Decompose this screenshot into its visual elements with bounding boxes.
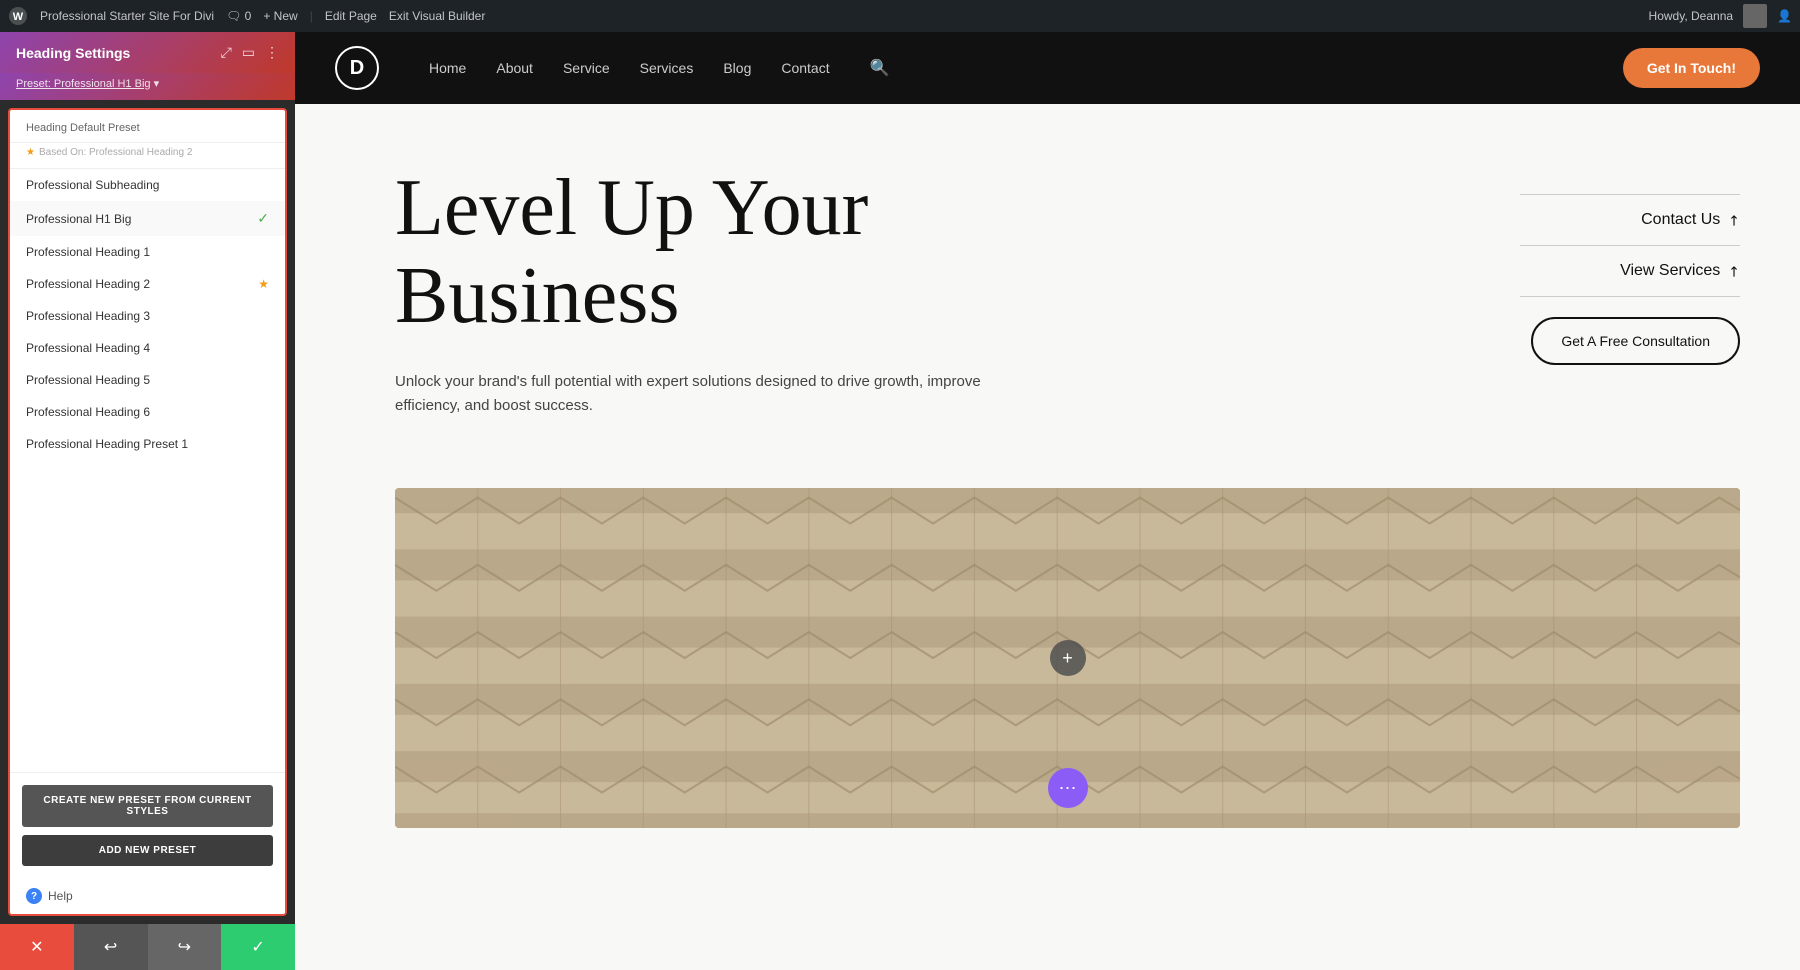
close-button[interactable]: ✕	[0, 924, 74, 970]
hero-image: + ⋯	[395, 488, 1740, 828]
panel-header-icons: ⤢ ▭ ⋮	[221, 44, 279, 61]
bottom-toolbar: ✕ ↩ ↪ ✓	[0, 924, 295, 970]
admin-bar-right: Howdy, Deanna 👤	[1649, 4, 1792, 28]
svg-text:W: W	[13, 11, 24, 23]
create-preset-button[interactable]: Create New Preset From Current Styles	[22, 785, 273, 827]
contact-us-arrow-icon: ↗	[1724, 210, 1744, 230]
help-icon: ?	[26, 888, 42, 904]
panel-more-icon[interactable]: ⋮	[265, 44, 279, 61]
panel-dock-icon[interactable]: ▭	[242, 44, 255, 61]
preset-bar-label: Preset: Professional H1 Big	[16, 78, 151, 90]
nav-link-services[interactable]: Services	[640, 60, 694, 76]
preset-star-icon: ★	[258, 277, 269, 291]
preset-buttons: Create New Preset From Current Styles Ad…	[10, 772, 285, 878]
help-label: Help	[48, 889, 73, 903]
preset-section-title: Heading Default Preset	[10, 110, 285, 143]
site-navbar: D Home About Service Services Blog Conta…	[295, 32, 1800, 104]
contact-us-label: Contact Us	[1641, 211, 1720, 229]
admin-bar-user-icon: 👤	[1777, 9, 1792, 23]
admin-bar-edit-page[interactable]: Edit Page	[325, 9, 377, 23]
nav-link-contact[interactable]: Contact	[781, 60, 829, 76]
hero-right: Contact Us ↗ View Services ↗ Get A Free …	[1520, 164, 1740, 448]
preset-item-heading-2[interactable]: Professional Heading 2 ★	[10, 268, 285, 300]
nav-link-home[interactable]: Home	[429, 60, 466, 76]
nav-link-about[interactable]: About	[496, 60, 533, 76]
preset-item-heading-preset-1[interactable]: Professional Heading Preset 1	[10, 428, 285, 460]
preset-item-heading-3[interactable]: Professional Heading 3	[10, 300, 285, 332]
nav-link-service[interactable]: Service	[563, 60, 610, 76]
add-preset-button[interactable]: Add New Preset	[22, 835, 273, 866]
left-panel: Heading Settings ⤢ ▭ ⋮ Preset: Professio…	[0, 32, 295, 970]
preset-help[interactable]: ? Help	[10, 878, 285, 914]
main-layout: Heading Settings ⤢ ▭ ⋮ Preset: Professio…	[0, 32, 1800, 970]
view-services-label: View Services	[1620, 262, 1720, 280]
consultation-button[interactable]: Get A Free Consultation	[1531, 317, 1740, 365]
preset-item-heading-6[interactable]: Professional Heading 6	[10, 396, 285, 428]
wp-logo-icon: W	[8, 6, 28, 26]
website-preview: D Home About Service Services Blog Conta…	[295, 32, 1800, 970]
site-content: Level Up Your Business Unlock your brand…	[295, 104, 1800, 970]
preset-dropdown: Heading Default Preset ★ Based On: Profe…	[8, 108, 287, 916]
more-options-button[interactable]: ⋯	[1048, 768, 1088, 808]
save-button[interactable]: ✓	[221, 924, 295, 970]
panel-header: Heading Settings ⤢ ▭ ⋮	[0, 32, 295, 73]
hero-subtext: Unlock your brand's full potential with …	[395, 370, 995, 418]
preset-item-heading-1[interactable]: Professional Heading 1	[10, 236, 285, 268]
add-element-button[interactable]: +	[1050, 640, 1086, 676]
nav-link-blog[interactable]: Blog	[723, 60, 751, 76]
admin-bar-site-name[interactable]: Professional Starter Site For Divi	[40, 9, 214, 23]
panel-fullscreen-icon[interactable]: ⤢	[221, 44, 232, 61]
preset-item-h1-big[interactable]: Professional H1 Big ✓	[10, 201, 285, 236]
preset-item-subheading[interactable]: Professional Subheading	[10, 169, 285, 201]
panel-title: Heading Settings	[16, 45, 130, 61]
site-logo: D	[335, 46, 379, 90]
panel-preset-bar[interactable]: Preset: Professional H1 Big ▾	[0, 73, 295, 100]
redo-button[interactable]: ↪	[148, 924, 222, 970]
admin-bar-howdy: Howdy, Deanna	[1649, 9, 1734, 23]
view-services-link[interactable]: View Services ↗	[1520, 246, 1740, 297]
view-services-arrow-icon: ↗	[1724, 261, 1744, 281]
hero-heading: Level Up Your Business	[395, 164, 1520, 340]
undo-button[interactable]: ↩	[74, 924, 148, 970]
contact-us-link[interactable]: Contact Us ↗	[1520, 194, 1740, 246]
preset-item-heading-5[interactable]: Professional Heading 5	[10, 364, 285, 396]
hero-section: Level Up Your Business Unlock your brand…	[295, 104, 1800, 488]
site-search-icon[interactable]: 🔍	[870, 58, 890, 78]
admin-bar-exit-builder[interactable]: Exit Visual Builder	[389, 9, 486, 23]
admin-avatar	[1743, 4, 1767, 28]
admin-bar-new[interactable]: + New	[263, 9, 297, 23]
site-nav-links: Home About Service Services Blog Contact…	[429, 58, 890, 78]
preset-based-on: ★ Based On: Professional Heading 2	[10, 143, 285, 169]
preset-check-icon: ✓	[257, 210, 269, 227]
preset-list: Professional Subheading Professional H1 …	[10, 169, 285, 772]
site-cta-button[interactable]: Get In Touch!	[1623, 48, 1760, 88]
admin-bar-comment[interactable]: 🗨 0	[226, 9, 251, 23]
wp-admin-bar: W Professional Starter Site For Divi 🗨 0…	[0, 0, 1800, 32]
preset-item-heading-4[interactable]: Professional Heading 4	[10, 332, 285, 364]
hero-left: Level Up Your Business Unlock your brand…	[395, 164, 1520, 448]
